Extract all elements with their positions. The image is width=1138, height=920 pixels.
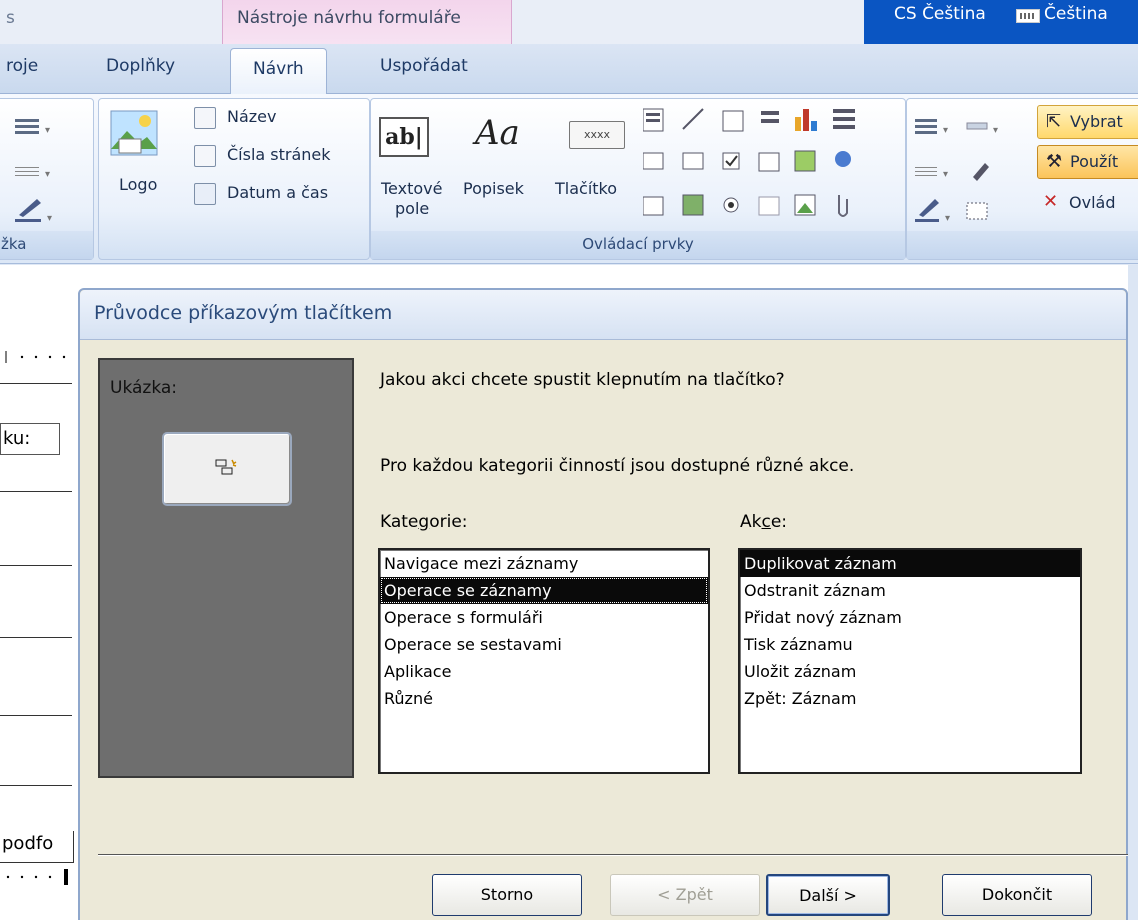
list-item[interactable]: Tisk záznamu bbox=[740, 631, 1080, 658]
label-icon: Aa bbox=[475, 113, 520, 153]
activex-label: Ovlád bbox=[1069, 193, 1116, 212]
svg-text:▾: ▾ bbox=[945, 213, 950, 224]
svg-text:▾: ▾ bbox=[943, 125, 948, 136]
context-tab-group: Nástroje návrhu formuláře bbox=[222, 0, 512, 44]
button-control-label: Tlačítko bbox=[555, 179, 618, 198]
list-item-selected[interactable]: Duplikovat záznam bbox=[740, 550, 1080, 577]
input-language[interactable]: CS Čeština bbox=[894, 4, 986, 24]
list-item[interactable]: Zpět: Záznam bbox=[740, 685, 1080, 712]
list-item[interactable]: Různé bbox=[380, 685, 708, 712]
back-button[interactable]: < Zpět bbox=[610, 874, 760, 916]
command-button-preview-icon bbox=[215, 459, 237, 475]
textbox-icon: ab| bbox=[379, 117, 429, 157]
line-style-icons[interactable]: ▾ ▾ ▾ bbox=[15, 111, 71, 231]
title-label: Název bbox=[227, 107, 277, 126]
pointer-icon: ⇱ bbox=[1046, 111, 1062, 132]
categories-label: Kategorie: bbox=[380, 512, 468, 532]
svg-text:▾: ▾ bbox=[943, 169, 948, 180]
bottom-ruler bbox=[0, 867, 72, 887]
svg-text:▾: ▾ bbox=[45, 125, 50, 136]
use-wizards-label: Použít bbox=[1070, 152, 1119, 171]
finish-button[interactable]: Dokončit bbox=[942, 874, 1092, 916]
list-item[interactable]: Odstranit záznam bbox=[740, 577, 1080, 604]
keyboard-layout[interactable]: Čeština bbox=[1044, 4, 1108, 24]
ribbon-group-header: Logo Název Čísla stránek Datum a čas bbox=[98, 98, 370, 260]
formatting-icons[interactable]: ▾ ▾ ▾ ▾ bbox=[915, 111, 1035, 231]
list-item[interactable]: Aplikace bbox=[380, 658, 708, 685]
question-text: Jakou akci chcete spustit klepnutím na t… bbox=[380, 370, 785, 390]
tab-navrh[interactable]: Návrh bbox=[230, 48, 327, 95]
preview-label: Ukázka: bbox=[110, 378, 178, 398]
ribbon-group-controls: ab| Textové pole Aa Popisek xxxx Tlačítk… bbox=[370, 98, 906, 260]
list-item[interactable]: Přidat nový záznam bbox=[740, 604, 1080, 631]
tab-usporadat[interactable]: Uspořádat bbox=[380, 56, 468, 76]
next-button[interactable]: Další > bbox=[766, 874, 890, 916]
section-divider bbox=[0, 383, 72, 384]
title-fragment: s bbox=[6, 8, 15, 28]
title-bar: s Nástroje návrhu formuláře CS Čeština Č… bbox=[0, 0, 1138, 44]
svg-text:▾: ▾ bbox=[993, 125, 998, 136]
info-text: Pro každou kategorii činností jsou dostu… bbox=[380, 456, 855, 476]
grid-line bbox=[0, 491, 72, 492]
command-button-wizard-dialog: Průvodce příkazovým tlačítkem Ukázka: Ja… bbox=[78, 288, 1128, 920]
title-icon bbox=[194, 107, 216, 129]
field-label-text: ku: bbox=[3, 428, 31, 449]
tab-doplnky[interactable]: Doplňky bbox=[106, 56, 175, 76]
list-item[interactable]: Operace se sestavami bbox=[380, 631, 708, 658]
ribbon-tabs: roje Doplňky Návrh Uspořádat bbox=[0, 44, 1138, 95]
controls-gallery[interactable] bbox=[643, 107, 893, 231]
logo-icon bbox=[110, 110, 158, 156]
subform-fragment[interactable]: podfo bbox=[0, 831, 74, 863]
subform-label-text: podfo bbox=[2, 833, 54, 854]
ribbon-group-right: ▾ ▾ ▾ ▾ ⇱ Vybrat ⚒ Použít ✕ Ovlád bbox=[906, 98, 1138, 260]
date-time-label: Datum a čas bbox=[227, 183, 329, 202]
logo-label: Logo bbox=[119, 175, 158, 194]
grid-line bbox=[0, 785, 72, 786]
controls-group-label: Ovládací prvky bbox=[371, 231, 905, 259]
grid-line bbox=[0, 637, 72, 638]
svg-text:▾: ▾ bbox=[47, 213, 52, 224]
right-scroll-strip bbox=[1128, 265, 1138, 920]
ribbon-group-left: ▾ ▾ ▾ žka bbox=[0, 98, 94, 260]
activex-button[interactable]: ✕ Ovlád bbox=[1037, 187, 1138, 221]
right-group-label-area bbox=[907, 231, 1138, 259]
preview-button bbox=[162, 432, 292, 506]
svg-text:▾: ▾ bbox=[45, 169, 50, 180]
tab-nastroje[interactable]: roje bbox=[6, 56, 38, 76]
dialog-title: Průvodce příkazovým tlačítkem bbox=[80, 290, 1126, 340]
textbox-label-1: Textové bbox=[381, 179, 443, 198]
keyboard-icon bbox=[1016, 9, 1040, 23]
select-button[interactable]: ⇱ Vybrat bbox=[1037, 105, 1138, 139]
date-time-icon bbox=[194, 183, 216, 205]
group-label-left: žka bbox=[0, 231, 93, 259]
wand-icon: ⚒ bbox=[1046, 151, 1063, 172]
actions-list[interactable]: Duplikovat záznam Odstranit záznam Přida… bbox=[738, 548, 1082, 774]
header-group-label-area bbox=[99, 231, 369, 259]
use-wizards-button[interactable]: ⚒ Použít bbox=[1037, 145, 1138, 179]
actions-label: Akce: bbox=[740, 512, 788, 532]
grid-line bbox=[0, 565, 72, 566]
list-item[interactable]: Operace s formuláři bbox=[380, 604, 708, 631]
grid-line bbox=[0, 715, 72, 716]
textbox-label-2: pole bbox=[395, 199, 430, 218]
cancel-button[interactable]: Storno bbox=[432, 874, 582, 916]
field-label-fragment[interactable]: ku: bbox=[0, 423, 60, 455]
ribbon: ▾ ▾ ▾ žka Logo Název Čísla stránek Datum… bbox=[0, 94, 1138, 264]
button-separator bbox=[98, 854, 1128, 856]
label-control-label: Popisek bbox=[463, 179, 524, 198]
context-group-title: Nástroje návrhu formuláře bbox=[237, 8, 461, 28]
select-label: Vybrat bbox=[1070, 112, 1123, 131]
list-item-selected[interactable]: Operace se záznamy bbox=[380, 577, 708, 604]
language-bar[interactable]: CS Čeština Čeština bbox=[864, 0, 1138, 44]
vertical-ruler bbox=[0, 345, 70, 367]
list-item[interactable]: Uložit záznam bbox=[740, 658, 1080, 685]
categories-list[interactable]: Navigace mezi záznamy Operace se záznamy… bbox=[378, 548, 710, 774]
page-numbers-label: Čísla stránek bbox=[227, 145, 331, 164]
list-item[interactable]: Navigace mezi záznamy bbox=[380, 550, 708, 577]
command-button-icon: xxxx bbox=[569, 121, 625, 149]
page-number-icon bbox=[194, 145, 216, 167]
activex-icon: ✕ bbox=[1043, 191, 1059, 212]
preview-pane: Ukázka: bbox=[98, 358, 354, 778]
